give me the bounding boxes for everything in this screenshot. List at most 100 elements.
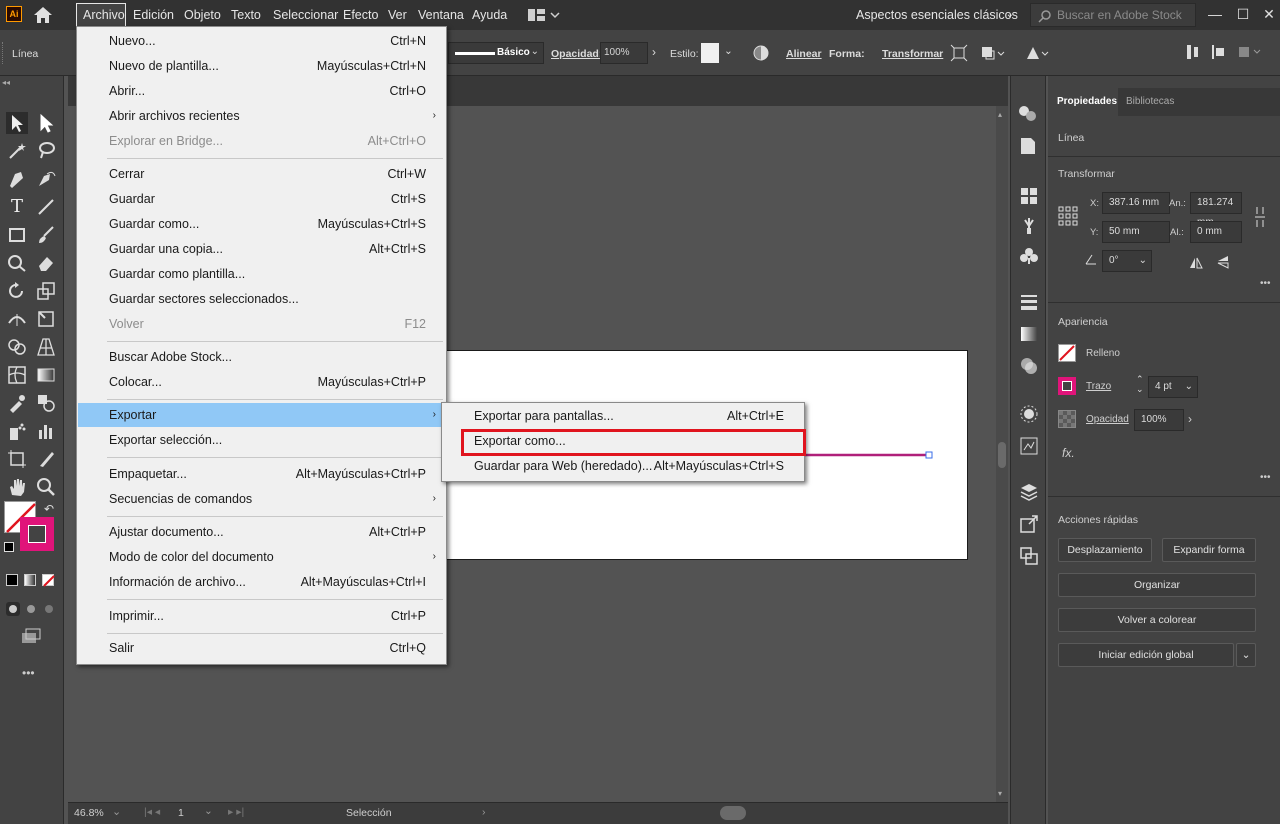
menu-item-save-template[interactable]: Guardar como plantilla... [78,262,446,286]
curvature-tool-icon[interactable] [35,168,57,190]
paintbrush-tool-icon[interactable] [35,224,57,246]
y-position-field[interactable]: 50 mm [1102,221,1170,243]
horizontal-scroll-thumb[interactable] [720,806,746,820]
recolor-icon[interactable] [752,44,770,62]
fx-effects-button[interactable]: fx. [1062,446,1075,460]
menu-item-print[interactable]: Imprimir... Ctrl+P [78,604,446,628]
magic-wand-tool-icon[interactable] [6,140,28,162]
opacity-field[interactable]: 100% [1134,409,1184,431]
workspace-switcher[interactable]: Aspectos esenciales clásicos ⌄ [848,3,1018,27]
swatches-icon[interactable] [1019,186,1039,206]
menu-item-open-recent[interactable]: Abrir archivos recientes › [78,104,446,128]
transparency-icon[interactable] [1019,356,1039,376]
menu-item-save[interactable]: Guardar Ctrl+S [78,187,446,211]
menu-item-color-mode[interactable]: Modo de color del documento › [78,545,446,569]
menu-archivo[interactable]: Archivo [76,3,126,27]
menu-item-search-stock[interactable]: Buscar Adobe Stock... [78,345,446,369]
scale-tool-icon[interactable] [35,280,57,302]
menu-item-exit[interactable]: Salir Ctrl+Q [78,636,446,660]
color-guide-icon[interactable] [1017,104,1039,124]
grip-handle[interactable] [2,42,8,64]
submenu-item-export-screens[interactable]: Exportar para pantallas... Alt+Ctrl+E [443,404,804,428]
menu-ayuda[interactable]: Ayuda [472,0,507,30]
align-icon[interactable] [1186,44,1200,60]
width-field[interactable]: 181.274 mm [1190,192,1242,228]
asset-export-icon[interactable] [1019,514,1039,534]
expand-shape-button[interactable]: Expandir forma [1162,538,1256,562]
menu-item-save-copy[interactable]: Guardar una copia... Alt+Ctrl+S [78,237,446,261]
menu-item-export[interactable]: Exportar › [78,403,446,427]
opacity-swatch-icon[interactable] [1058,410,1076,428]
menu-item-document-setup[interactable]: Ajustar documento... Alt+Ctrl+P [78,520,446,544]
next-artboard-icon[interactable]: ▸ ▸| [228,806,244,818]
height-field[interactable]: 0 mm [1190,221,1242,243]
menu-item-save-as[interactable]: Guardar como... Mayúsculas+Ctrl+S [78,212,446,236]
brushes-icon[interactable] [1019,216,1039,236]
menu-item-close[interactable]: Cerrar Ctrl+W [78,162,446,186]
slice-tool-icon[interactable] [35,448,57,470]
swap-fill-stroke-icon[interactable]: ↶ [44,502,54,516]
chevron-right-icon[interactable]: › [1188,412,1192,426]
type-tool-icon[interactable]: T [6,196,28,218]
stroke-swatch[interactable] [20,517,54,551]
zoom-dropdown-icon[interactable]: ⌄ [112,805,121,818]
rectangle-tool-icon[interactable] [6,224,28,246]
graphic-style-swatch[interactable] [701,43,719,63]
opacity-label[interactable]: Opacidad [1086,414,1129,425]
artboards-icon[interactable] [1019,546,1039,566]
zoom-tool-icon[interactable] [35,476,57,498]
free-transform-tool-icon[interactable] [35,308,57,330]
scroll-up-icon[interactable]: ▴ [998,110,1002,119]
constrain-proportions-icon[interactable] [1252,204,1268,230]
opacity-label[interactable]: Opacidad: [551,48,602,60]
offset-path-button[interactable]: Desplazamiento [1058,538,1152,562]
none-mode-icon[interactable] [42,574,55,587]
more-options-icon[interactable]: ••• [1260,278,1271,289]
lasso-tool-icon[interactable] [35,140,57,162]
symbols-icon[interactable] [1019,246,1039,266]
opacity-field[interactable]: 100% [600,42,648,64]
rotation-field[interactable]: 0° ⌄ [1102,250,1152,272]
layers-icon[interactable] [1019,482,1039,502]
menu-item-scripts[interactable]: Secuencias de comandos › [78,487,446,511]
default-colors-icon[interactable] [4,542,14,552]
column-graph-tool-icon[interactable] [35,420,57,442]
isolate-icon[interactable] [980,44,1006,62]
global-edit-options-button[interactable]: ⌄ [1236,643,1256,667]
minimize-button[interactable]: — [1204,4,1226,24]
tab-properties[interactable]: Propiedades [1048,88,1118,116]
graphic-styles-icon[interactable] [1019,436,1039,456]
artboard-dropdown-icon[interactable]: ⌄ [204,805,213,817]
gradient-tool-icon[interactable] [35,364,57,386]
flip-vertical-icon[interactable] [1216,254,1230,270]
selection-tool-icon[interactable] [6,112,28,134]
width-tool-icon[interactable] [6,308,28,330]
zoom-level[interactable]: 46.8% [74,807,104,819]
transform-button[interactable]: Transformar [882,48,943,60]
menu-item-save-slices[interactable]: Guardar sectores seleccionados... [78,287,446,311]
shape-builder-tool-icon[interactable] [6,336,28,358]
menu-item-open[interactable]: Abrir... Ctrl+O [78,79,446,103]
color-mode-icon[interactable] [6,574,18,586]
stroke-panel-icon[interactable] [1019,292,1039,312]
menu-item-package[interactable]: Empaquetar... Alt+Mayúsculas+Ctrl+P [78,462,446,486]
draw-behind-icon[interactable] [24,602,38,616]
draw-inside-icon[interactable] [42,602,56,616]
submenu-item-save-for-web[interactable]: Guardar para Web (heredado)... Alt+Mayúsc… [443,454,804,478]
stroke-weight-field[interactable]: 4 pt ⌄ [1148,376,1198,398]
maximize-button[interactable]: ☐ [1232,4,1254,24]
arrange-documents-icon[interactable] [528,7,562,23]
pen-tool-icon[interactable] [6,168,28,190]
eyedropper-tool-icon[interactable] [6,392,28,414]
stroke-label[interactable]: Trazo [1086,381,1111,392]
collapse-arrows-icon[interactable]: ◂◂ [2,78,62,87]
menu-item-place[interactable]: Colocar... Mayúsculas+Ctrl+P [78,370,446,394]
flip-horizontal-icon[interactable] [1188,256,1204,270]
align-button[interactable]: Alinear [786,48,822,60]
puppet-warp-icon[interactable] [1024,44,1050,62]
shaper-tool-icon[interactable] [6,252,28,274]
vertical-scrollbar[interactable]: ▴ ▾ [996,106,1008,802]
eraser-tool-icon[interactable] [35,252,57,274]
menu-item-file-info[interactable]: Información de archivo... Alt+Mayúsculas+… [78,570,446,594]
close-button[interactable]: ✕ [1258,4,1280,24]
